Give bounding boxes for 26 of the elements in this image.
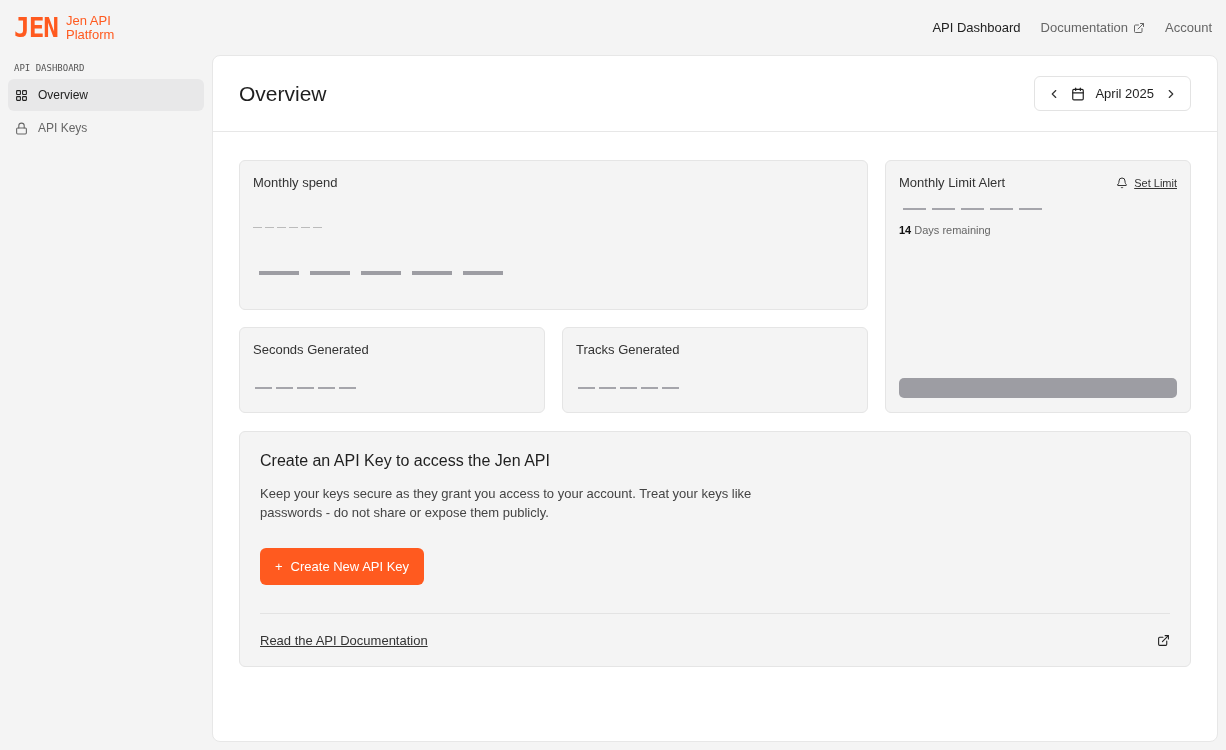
calendar-icon	[1071, 86, 1086, 101]
panel-title: Create an API Key to access the Jen API	[260, 452, 551, 470]
documentation-link[interactable]: Read the API Documentation	[260, 633, 428, 648]
logo-text: Jen API Platform	[65, 13, 116, 42]
panel-text: Keep your keys secure as they grant you access to your account. Treat your keys like passwords - do not share or expose them publicly.	[260, 485, 753, 522]
logo-mark: JEN	[14, 12, 58, 43]
lock-icon	[15, 121, 28, 135]
external-link-icon	[1133, 21, 1145, 34]
card-title: Monthly spend	[253, 175, 339, 190]
days-remaining: 14 Days remaining	[899, 224, 992, 236]
sidebar-item[interactable]: API Keys	[8, 112, 204, 144]
card-title: Seconds Generated	[253, 342, 370, 357]
grid-icon	[15, 88, 28, 102]
nav-link[interactable]: Documentation	[1040, 20, 1145, 35]
sidebar-section-title: API DASHBOARD	[13, 62, 86, 75]
bell-icon	[1116, 176, 1129, 189]
nav-link[interactable]: Account	[1165, 20, 1212, 35]
page-title: Overview	[239, 81, 327, 106]
sidebar-item[interactable]: Overview	[8, 79, 204, 111]
card-title: Monthly Limit Alert	[899, 175, 1006, 190]
month-label: April 2025	[1095, 86, 1154, 101]
nav-link[interactable]: API Dashboard	[932, 20, 1021, 35]
external-link-icon	[1157, 634, 1170, 647]
month-picker[interactable]: April 2025	[1034, 76, 1191, 111]
card-title: Tracks Generated	[576, 342, 681, 357]
set-limit-link[interactable]: Set Limit	[1116, 176, 1177, 189]
